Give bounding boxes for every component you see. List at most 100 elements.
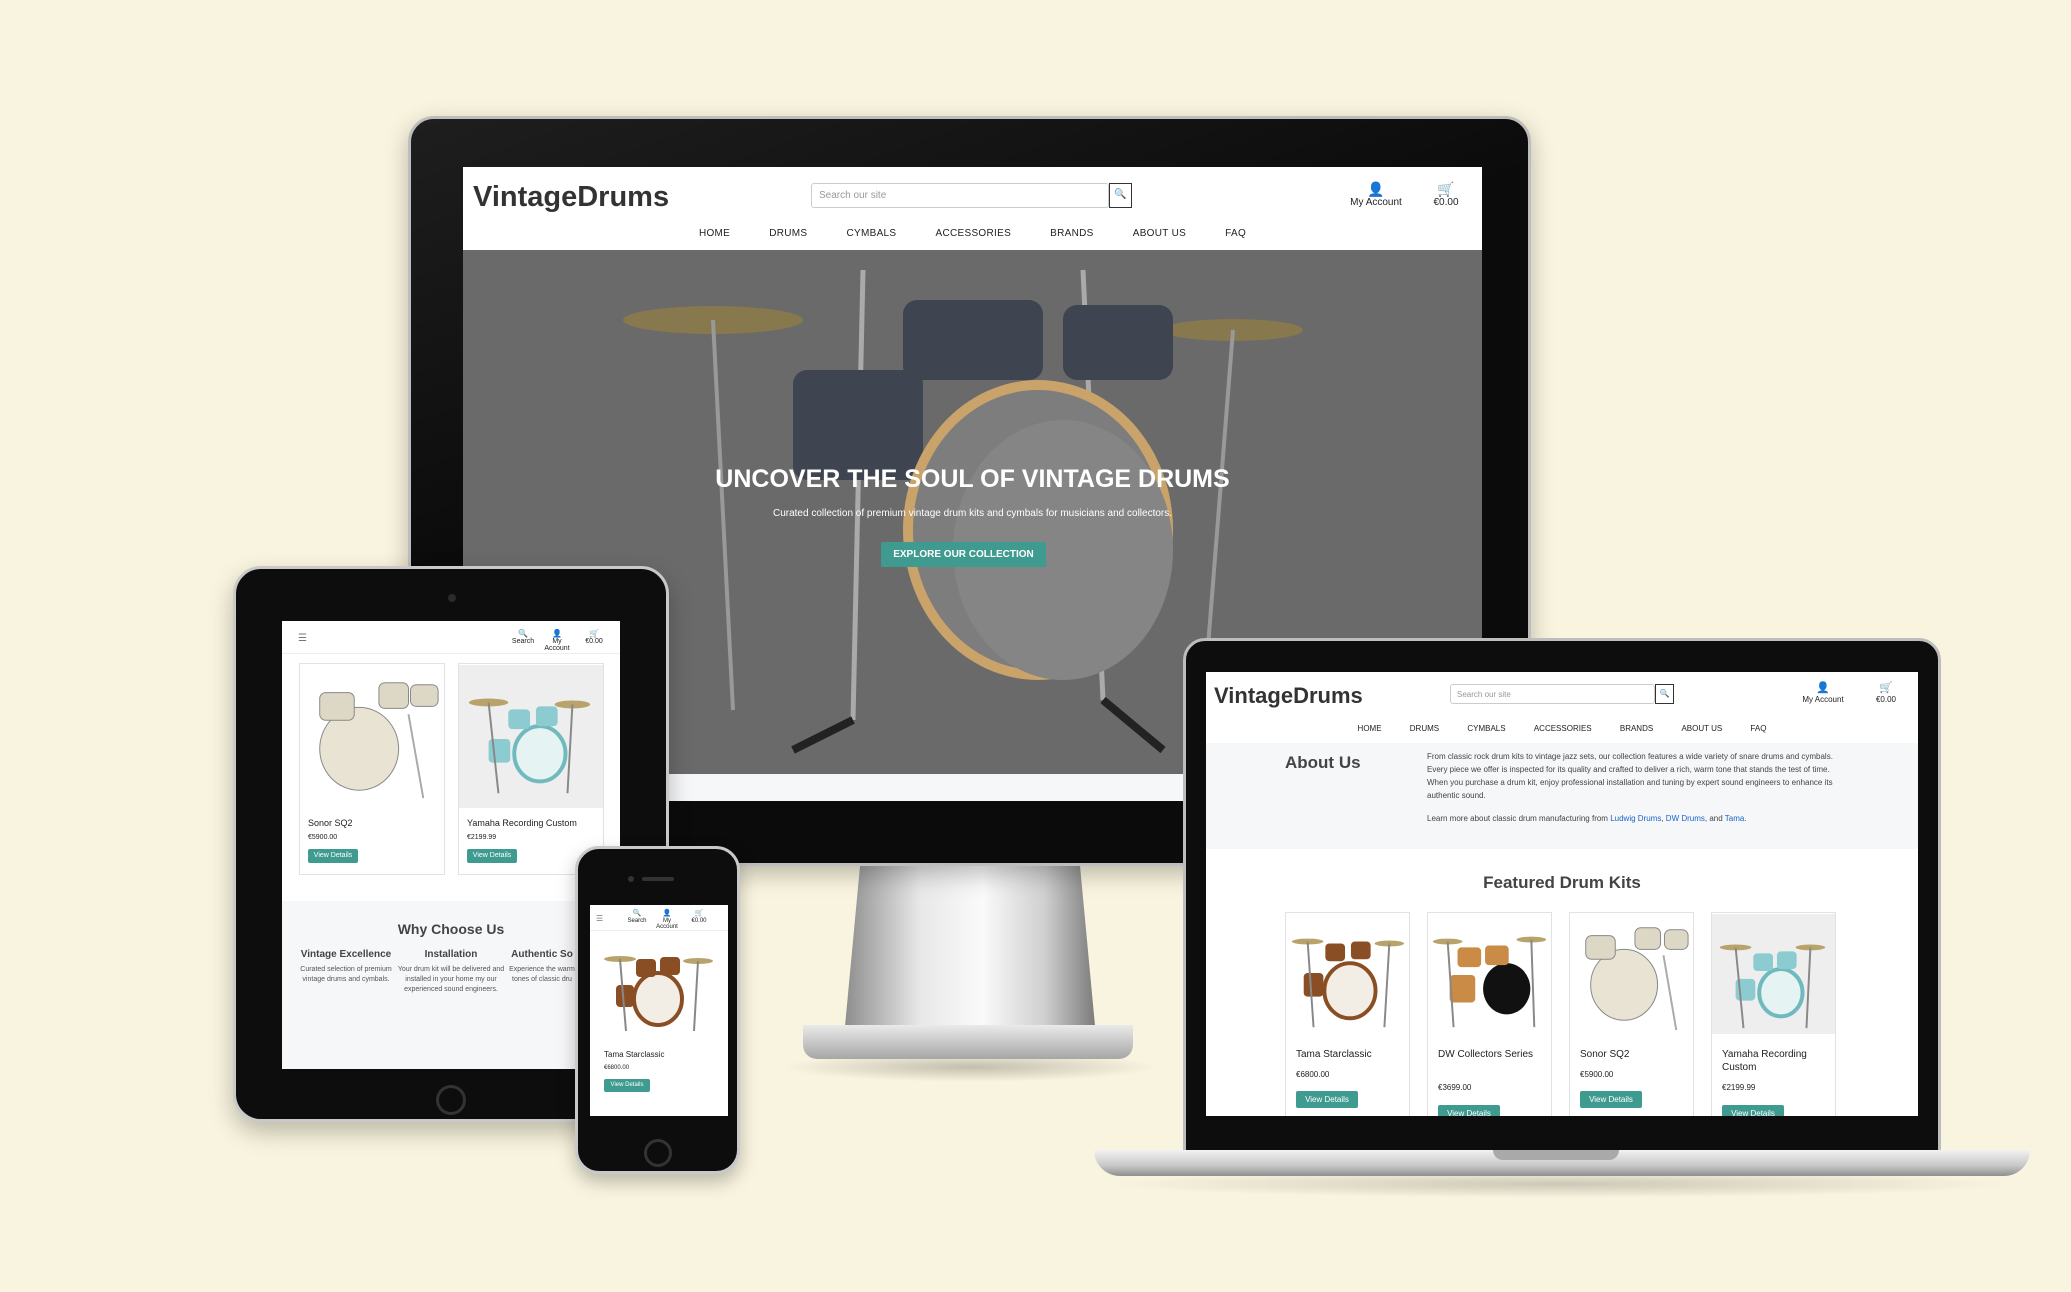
product-card[interactable]: Sonor SQ2 €5900.00 View Details (1569, 912, 1694, 1116)
tablet-home-button[interactable] (436, 1085, 466, 1115)
product-card[interactable]: Yamaha Recording Custom €2199.99 View De… (458, 663, 604, 875)
user-icon: 👤 (552, 629, 562, 638)
my-account-link[interactable]: 👤 My Account (1793, 682, 1853, 704)
phone-camera (628, 876, 634, 882)
product-name: Yamaha Recording Custom (467, 818, 577, 828)
product-image (1286, 913, 1409, 1035)
phone-device: ☰ 🔍 Search 👤 My Account 🛒 €0.00 Tama Sta… (575, 846, 740, 1174)
product-price: €3699.00 (1438, 1083, 1472, 1092)
featured-drum-kits-title: Featured Drum Kits (1483, 873, 1641, 892)
phone-search-link[interactable]: 🔍 Search (623, 910, 651, 924)
phone-speaker (642, 877, 674, 881)
nav-home[interactable]: HOME (1358, 724, 1382, 733)
cart-link[interactable]: 🛒 €0.00 (1866, 682, 1906, 704)
nav-accessories[interactable]: ACCESSORIES (1534, 724, 1592, 733)
hamburger-icon[interactable]: ☰ (298, 633, 307, 644)
cart-icon: 🛒 (589, 629, 599, 638)
why-column: Installation Your drum kit will be deliv… (396, 949, 506, 995)
search-icon: 🔍 (1114, 189, 1127, 200)
product-price: €6800.00 (1296, 1070, 1330, 1079)
nav-home[interactable]: HOME (699, 228, 730, 239)
nav-drums[interactable]: DRUMS (769, 228, 807, 239)
search-input[interactable]: Search our site (1450, 684, 1655, 704)
view-details-button[interactable]: View Details (1722, 1105, 1784, 1116)
view-details-button[interactable]: View Details (1580, 1091, 1642, 1108)
tablet-screen: ☰ 🔍 Search 👤 My Account 🛒 €0.00 Sonor SQ… (282, 621, 620, 1069)
nav-faq[interactable]: FAQ (1750, 724, 1766, 733)
nav-accessories[interactable]: ACCESSORIES (936, 228, 1012, 239)
tama-link[interactable]: Tama (1725, 814, 1745, 823)
nav-brands[interactable]: BRANDS (1620, 724, 1653, 733)
hero-subtitle: Curated collection of premium vintage dr… (772, 508, 1173, 519)
site-logo[interactable]: VintageDrums (1214, 683, 1363, 709)
nav-about-us[interactable]: ABOUT US (1133, 228, 1186, 239)
cart-total: €0.00 (1433, 197, 1459, 208)
link-end: . (1744, 814, 1747, 823)
tablet-search-link[interactable]: 🔍 Search (506, 629, 540, 645)
search-icon: 🔍 (518, 629, 528, 638)
nav-about-us[interactable]: ABOUT US (1681, 724, 1722, 733)
product-price: €5900.00 (308, 834, 338, 841)
cart-total: €0.00 (1875, 695, 1897, 704)
about-us-paragraph: From classic rock drum kits to vintage j… (1427, 752, 1833, 800)
search-button[interactable]: 🔍 (1655, 684, 1674, 704)
view-details-button[interactable]: View Details (308, 849, 358, 863)
nav-cymbals[interactable]: CYMBALS (847, 228, 897, 239)
product-card[interactable]: Yamaha Recording Custom €2199.99 View De… (1711, 912, 1836, 1116)
phone-search-label: Search (627, 918, 647, 924)
product-image (598, 937, 718, 1035)
main-nav: HOME DRUMS CYMBALS ACCESSORIES BRANDS AB… (1206, 724, 1918, 733)
tablet-cart-link[interactable]: 🛒 €0.00 (577, 629, 611, 645)
product-price: €6800.00 (604, 1065, 630, 1071)
product-name: Sonor SQ2 (308, 818, 353, 828)
why-choose-us-section: Why Choose Us Vintage Excellence Curated… (282, 901, 620, 1069)
site-logo[interactable]: VintageDrums (473, 181, 669, 214)
phone-cart-total: €0.00 (691, 918, 707, 924)
product-card[interactable]: Sonor SQ2 €5900.00 View Details (299, 663, 445, 875)
my-account-link[interactable]: 👤 My Account (1341, 181, 1411, 208)
cart-link[interactable]: 🛒 €0.00 (1426, 181, 1466, 208)
phone-home-button[interactable] (644, 1139, 672, 1167)
desktop-header: VintageDrums Search our site 🔍 👤 My Acco… (463, 167, 1482, 250)
tablet-account-link[interactable]: 👤 My Account (540, 629, 574, 652)
search-button[interactable]: 🔍 (1109, 183, 1132, 208)
product-image (300, 664, 444, 809)
nav-faq[interactable]: FAQ (1225, 228, 1246, 239)
product-card[interactable]: DW Collectors Series €3699.00 View Detai… (1427, 912, 1552, 1116)
about-us-section: About Us From classic rock drum kits to … (1206, 743, 1918, 849)
ludwig-drums-link[interactable]: Ludwig Drums (1610, 814, 1661, 823)
tablet-header: ☰ 🔍 Search 👤 My Account 🛒 €0.00 (282, 621, 620, 654)
hamburger-icon[interactable]: ☰ (596, 914, 603, 923)
product-image (1712, 913, 1835, 1035)
tablet-camera (448, 594, 456, 602)
why-choose-us-title: Why Choose Us (397, 921, 505, 937)
dw-drums-link[interactable]: DW Drums (1666, 814, 1705, 823)
product-name: Sonor SQ2 (1580, 1049, 1630, 1060)
product-price: €5900.00 (1580, 1070, 1614, 1079)
nav-cymbals[interactable]: CYMBALS (1467, 724, 1505, 733)
product-card[interactable]: Tama Starclassic €6800.00 View Details (1285, 912, 1410, 1116)
about-us-title: About Us (1285, 753, 1361, 772)
nav-drums[interactable]: DRUMS (1410, 724, 1439, 733)
product-name: DW Collectors Series (1438, 1049, 1534, 1060)
product-image (1428, 913, 1551, 1035)
my-account-label: My Account (1350, 197, 1402, 208)
main-nav: HOME DRUMS CYMBALS ACCESSORIES BRANDS AB… (463, 228, 1482, 239)
search-input[interactable]: Search our site (811, 183, 1109, 208)
phone-account-label: My Account (656, 918, 678, 930)
view-details-button[interactable]: View Details (467, 849, 517, 863)
phone-header: ☰ 🔍 Search 👤 My Account 🛒 €0.00 (590, 905, 728, 931)
product-price: €2199.99 (467, 834, 497, 841)
tablet-account-label: My Account (544, 638, 570, 652)
product-card[interactable]: Tama Starclassic €6800.00 View Details (590, 933, 728, 1116)
phone-cart-link[interactable]: 🛒 €0.00 (685, 910, 713, 924)
cart-icon: 🛒 (1879, 682, 1893, 694)
view-details-button[interactable]: View Details (1438, 1105, 1500, 1116)
explore-collection-button[interactable]: EXPLORE OUR COLLECTION (881, 542, 1046, 567)
nav-brands[interactable]: BRANDS (1050, 228, 1093, 239)
view-details-button[interactable]: View Details (1296, 1091, 1358, 1108)
my-account-label: My Account (1802, 695, 1844, 704)
view-details-button[interactable]: View Details (604, 1079, 650, 1092)
phone-account-link[interactable]: 👤 My Account (653, 910, 681, 930)
phone-screen: ☰ 🔍 Search 👤 My Account 🛒 €0.00 Tama Sta… (590, 905, 728, 1116)
